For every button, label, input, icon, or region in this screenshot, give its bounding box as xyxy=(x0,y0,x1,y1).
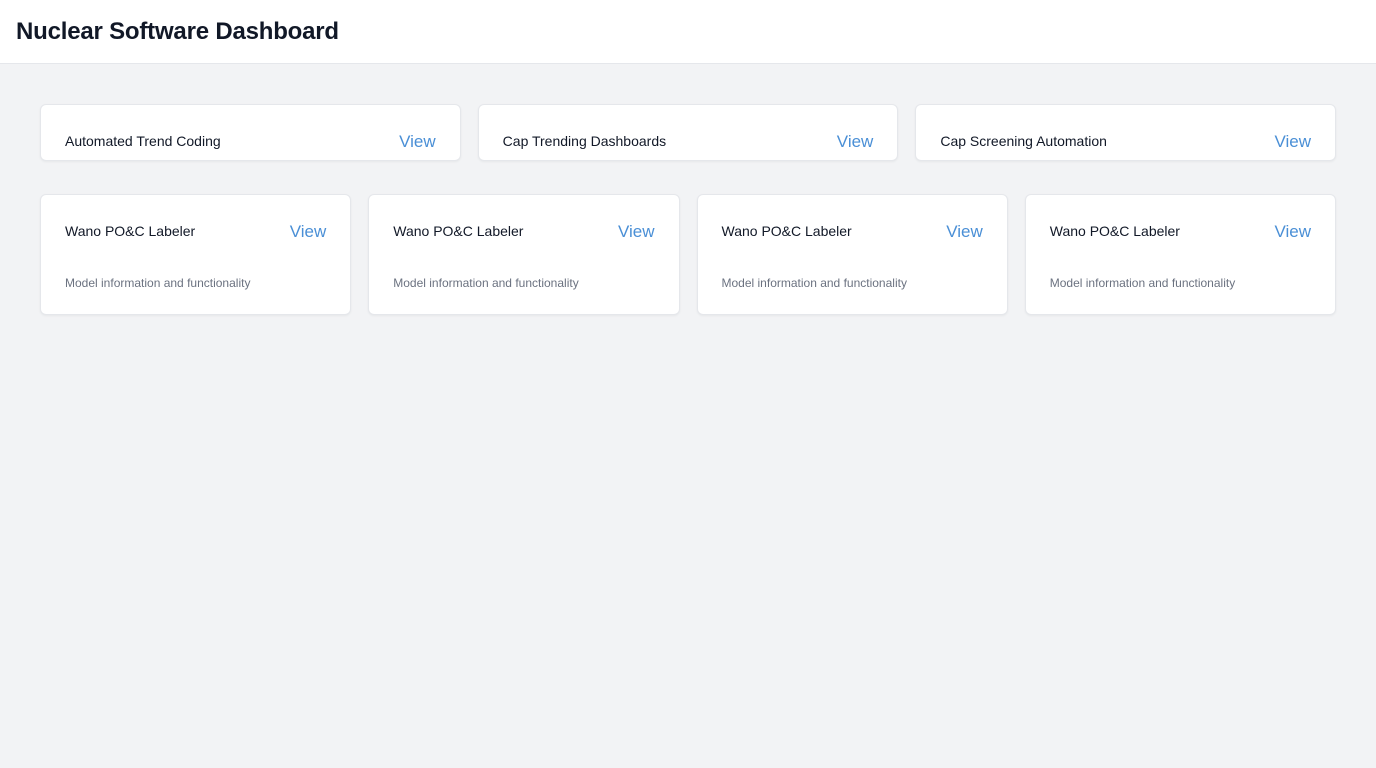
page-title: Nuclear Software Dashboard xyxy=(16,17,339,45)
bottom-card-row: Wano PO&C Labeler View Model information… xyxy=(40,194,1336,315)
card-wano-poc-labeler-4: Wano PO&C Labeler View Model information… xyxy=(1024,194,1336,315)
view-link[interactable]: View xyxy=(1274,132,1311,152)
card-automated-trend-coding: Automated Trend Coding View xyxy=(40,104,461,161)
dashboard-main: Automated Trend Coding View Cap Trending… xyxy=(0,64,1376,768)
view-link[interactable]: View xyxy=(399,132,436,152)
card-title: Wano PO&C Labeler xyxy=(65,223,196,239)
card-title: Cap Trending Dashboards xyxy=(502,133,667,149)
card-description: Model information and functionality xyxy=(721,276,907,290)
card-description: Model information and functionality xyxy=(1049,276,1236,290)
card-wano-poc-labeler-1: Wano PO&C Labeler View Model information… xyxy=(40,194,352,315)
card-cap-trending-dashboards: Cap Trending Dashboards View xyxy=(477,104,899,161)
card-title: Wano PO&C Labeler xyxy=(393,223,524,239)
card-title: Wano PO&C Labeler xyxy=(721,223,852,239)
view-link[interactable]: View xyxy=(946,222,983,242)
card-title: Wano PO&C Labeler xyxy=(1049,223,1180,239)
view-link[interactable]: View xyxy=(1274,222,1311,242)
card-wano-poc-labeler-2: Wano PO&C Labeler View Model information… xyxy=(368,194,680,315)
top-card-row: Automated Trend Coding View Cap Trending… xyxy=(40,104,1337,161)
card-description: Model information and functionality xyxy=(65,276,251,290)
card-cap-screening-automation: Cap Screening Automation View xyxy=(915,104,1337,161)
card-wano-poc-labeler-3: Wano PO&C Labeler View Model information… xyxy=(696,194,1008,315)
view-link[interactable]: View xyxy=(837,132,874,152)
card-description: Model information and functionality xyxy=(393,276,579,290)
view-link[interactable]: View xyxy=(290,222,327,242)
card-title: Automated Trend Coding xyxy=(65,133,221,149)
card-title: Cap Screening Automation xyxy=(940,133,1107,149)
header-bar: Nuclear Software Dashboard xyxy=(0,0,1376,64)
view-link[interactable]: View xyxy=(618,222,655,242)
